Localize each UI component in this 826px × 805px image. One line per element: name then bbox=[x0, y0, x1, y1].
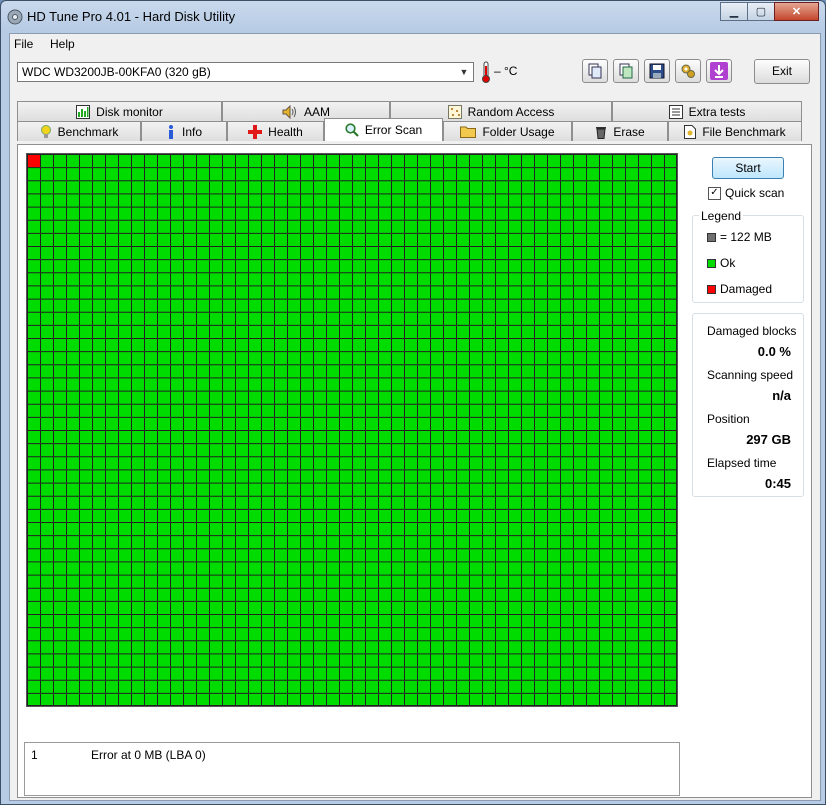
legend-damaged: Damaged bbox=[707, 282, 772, 296]
tab-error-scan[interactable]: Error Scan bbox=[324, 118, 443, 141]
maximize-button[interactable]: ▢ bbox=[747, 2, 774, 21]
client-area: File Help WDC WD3200JB-00KFA0 (320 gB) ▼… bbox=[9, 33, 821, 801]
menu-file[interactable]: File bbox=[14, 37, 33, 51]
window-title: HD Tune Pro 4.01 - Hard Disk Utility bbox=[27, 9, 236, 24]
tab-erase[interactable]: Erase bbox=[572, 121, 668, 141]
menu-bar: File Help bbox=[10, 34, 820, 54]
tab-row-bottom: Benchmark Info Health Error Scan Folder … bbox=[17, 118, 812, 141]
bulb-icon bbox=[40, 124, 51, 138]
scanning-speed-label: Scanning speed bbox=[707, 368, 794, 382]
drive-select[interactable]: WDC WD3200JB-00KFA0 (320 gB) ▼ bbox=[17, 62, 474, 82]
copy-icon bbox=[588, 63, 602, 79]
thermometer-icon bbox=[482, 61, 490, 83]
legend-damaged-label: Damaged bbox=[720, 282, 773, 296]
chevron-down-icon[interactable]: ▼ bbox=[457, 65, 471, 79]
chart-icon bbox=[76, 104, 91, 119]
tab-label: Extra tests bbox=[688, 104, 746, 119]
error-log[interactable]: 1 Error at 0 MB (LBA 0) bbox=[24, 742, 680, 796]
position-value: 297 GB bbox=[746, 432, 791, 447]
tab-label: Disk monitor bbox=[96, 104, 163, 119]
tab-label: Random Access bbox=[467, 104, 555, 119]
folder-icon bbox=[460, 126, 477, 138]
toolbar: WDC WD3200JB-00KFA0 (320 gB) ▼ – °C Exit bbox=[10, 54, 820, 96]
log-message: Error at 0 MB (LBA 0) bbox=[91, 748, 206, 762]
position-label: Position bbox=[707, 412, 750, 426]
damaged-swatch-icon bbox=[707, 284, 716, 294]
tab-benchmark[interactable]: Benchmark bbox=[17, 121, 141, 141]
list-icon bbox=[668, 104, 683, 119]
tab-label: Health bbox=[268, 124, 303, 139]
checkbox-check-icon[interactable]: ✓ bbox=[708, 186, 721, 200]
tab-label: Info bbox=[181, 124, 202, 139]
tab-disk-monitor[interactable]: Disk monitor bbox=[17, 101, 222, 121]
file-icon bbox=[684, 124, 697, 139]
copy-info-button[interactable] bbox=[582, 59, 608, 83]
tab-info[interactable]: Info bbox=[141, 121, 227, 141]
arrow-down-icon bbox=[710, 62, 728, 80]
tab-label: Folder Usage bbox=[482, 124, 555, 139]
app-window: HD Tune Pro 4.01 - Hard Disk Utility ▁ ▢… bbox=[0, 0, 826, 805]
options-button[interactable] bbox=[675, 59, 701, 83]
magnifier-icon bbox=[345, 123, 359, 137]
speaker-icon bbox=[282, 104, 296, 119]
tab-extra-tests[interactable]: Extra tests bbox=[612, 101, 802, 121]
legend-group: Legend = 122 MB Ok Damaged bbox=[692, 209, 804, 303]
legend-ok-label: Ok bbox=[720, 256, 736, 270]
log-index: 1 bbox=[31, 748, 38, 762]
copy-all-button[interactable] bbox=[613, 59, 639, 83]
dots-icon bbox=[447, 104, 462, 119]
damaged-blocks-label: Damaged blocks bbox=[707, 324, 797, 338]
legend-ok: Ok bbox=[707, 256, 735, 270]
damaged-blocks-value: 0.0 % bbox=[757, 344, 791, 359]
error-scan-panel: 1 Error at 0 MB (LBA 0) Start ✓ Quick sc… bbox=[17, 144, 812, 798]
tab-label: Benchmark bbox=[57, 124, 119, 139]
scanning-speed-value: n/a bbox=[772, 388, 791, 403]
stats-group: Damaged blocks 0.0 % Scanning speed n/a … bbox=[692, 313, 804, 497]
download-button[interactable] bbox=[706, 59, 732, 83]
legend-title: Legend bbox=[699, 209, 744, 223]
tab-label: Erase bbox=[613, 124, 645, 139]
drive-select-value: WDC WD3200JB-00KFA0 (320 gB) bbox=[22, 65, 211, 79]
tab-label: Error Scan bbox=[364, 123, 423, 137]
copy-all-icon bbox=[619, 63, 633, 79]
close-button[interactable]: ✕ bbox=[774, 2, 819, 21]
save-button[interactable] bbox=[644, 59, 670, 83]
damaged-block bbox=[27, 154, 40, 168]
title-bar[interactable]: HD Tune Pro 4.01 - Hard Disk Utility ▁ ▢… bbox=[1, 1, 825, 33]
app-icon bbox=[7, 9, 23, 25]
quick-scan-checkbox[interactable]: ✓ Quick scan bbox=[708, 186, 784, 200]
minimize-button[interactable]: ▁ bbox=[720, 2, 747, 21]
caption-buttons: ▁ ▢ ✕ bbox=[720, 2, 819, 21]
tab-file-benchmark[interactable]: File Benchmark bbox=[668, 121, 802, 141]
trash-icon bbox=[596, 126, 607, 139]
ok-swatch-icon bbox=[707, 258, 716, 268]
start-button[interactable]: Start bbox=[712, 157, 784, 179]
elapsed-time-label: Elapsed time bbox=[707, 456, 777, 470]
temperature-readout: – °C bbox=[494, 64, 518, 78]
menu-help[interactable]: Help bbox=[50, 37, 75, 51]
legend-block-size-label: = 122 MB bbox=[720, 230, 772, 244]
info-icon bbox=[168, 124, 173, 139]
floppy-icon bbox=[649, 63, 665, 79]
elapsed-time-value: 0:45 bbox=[764, 476, 791, 491]
tab-folder-usage[interactable]: Folder Usage bbox=[443, 121, 572, 141]
quick-scan-label: Quick scan bbox=[725, 186, 785, 200]
tab-health[interactable]: Health bbox=[227, 121, 324, 141]
cross-icon bbox=[248, 124, 263, 139]
block-swatch-icon bbox=[707, 232, 716, 242]
exit-button[interactable]: Exit bbox=[754, 59, 810, 84]
tab-label: File Benchmark bbox=[702, 124, 786, 139]
scan-block-map bbox=[26, 153, 678, 707]
legend-block-size: = 122 MB bbox=[707, 230, 772, 244]
tab-label: AAM bbox=[303, 104, 330, 119]
gear-icon bbox=[681, 64, 695, 78]
block-grid bbox=[27, 154, 677, 706]
